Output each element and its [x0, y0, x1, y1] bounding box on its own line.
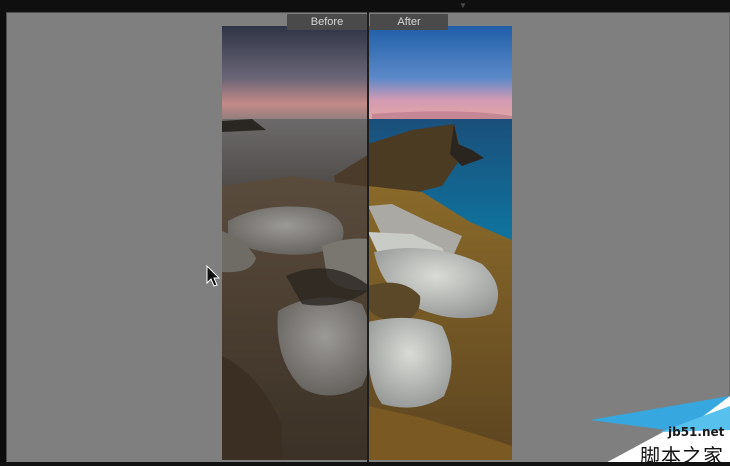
bottom-strip — [0, 462, 730, 466]
arrow-cursor-icon — [206, 265, 220, 287]
lightroom-compare-view: ▼ Before After jb51.net 脚本之家 — [0, 0, 730, 466]
top-panel-strip: ▼ — [0, 0, 730, 12]
watermark-site-text: jb51.net — [668, 425, 725, 439]
top-panel-toggle-icon[interactable]: ▼ — [457, 1, 469, 10]
watermark: jb51.net 脚本之家 — [590, 396, 730, 466]
after-label: After — [370, 14, 448, 30]
before-after-divider[interactable] — [367, 12, 369, 466]
before-label: Before — [287, 14, 367, 30]
